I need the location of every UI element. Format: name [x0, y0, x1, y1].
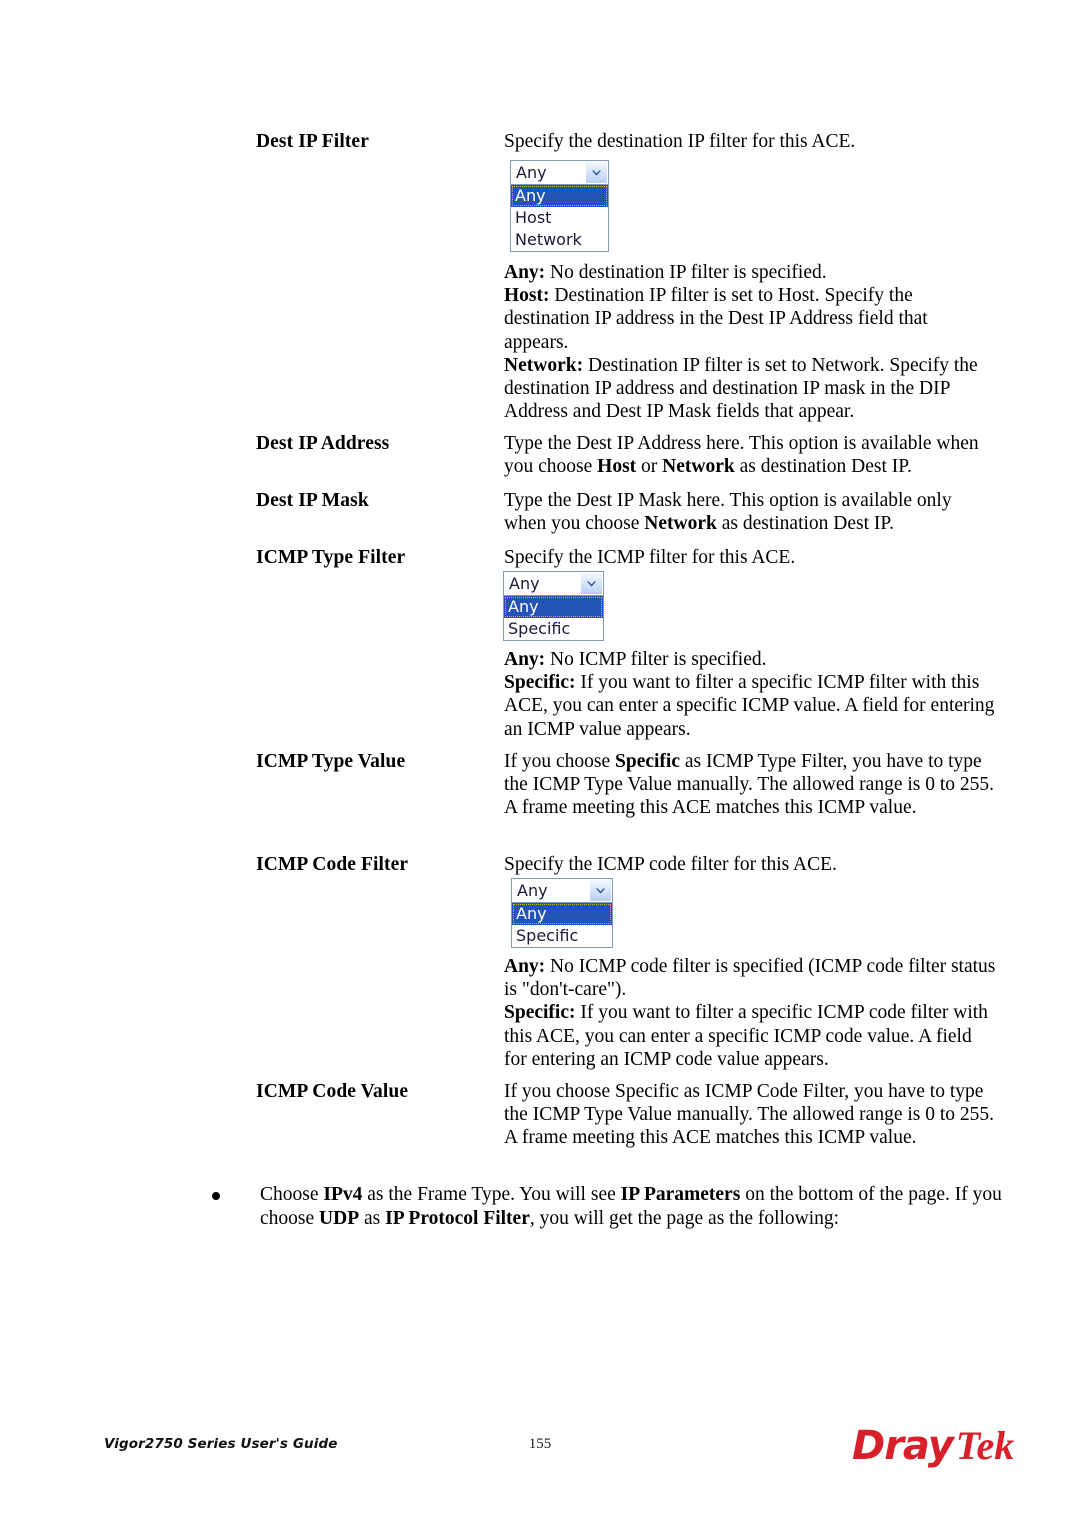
chevron-down-icon[interactable] — [580, 573, 602, 594]
description-body: Type the Dest IP Mask here. This option … — [504, 490, 952, 535]
bullet-text: Choose IPv4 as the Frame Type. You will … — [260, 1184, 1002, 1229]
page-footer: Vigor2750 Series User's Guide 155 DrayTe… — [0, 1423, 1080, 1490]
icmp-code-filter-options[interactable]: Any Specific — [511, 903, 613, 948]
chevron-down-icon[interactable] — [589, 880, 611, 901]
detail-item: Any: No ICMP code filter is specified (I… — [504, 955, 996, 1001]
icmp-type-filter-dropdown[interactable]: Any Any Specific — [503, 571, 604, 641]
dropdown-option[interactable]: Any — [511, 185, 608, 207]
detail-item: Network: Destination IP filter is set to… — [504, 354, 996, 424]
detail-label: Specific: — [504, 1002, 576, 1024]
term-label: Dest IP Mask — [256, 490, 369, 511]
document-page: Dest IP Filter Specify the destination I… — [0, 0, 1080, 1528]
detail-label: Specific: — [504, 672, 576, 694]
detail-text: No ICMP code filter is specified (ICMP c… — [504, 956, 996, 1001]
bullet-dot-icon — [212, 1192, 220, 1200]
description-lead: Specify the ICMP filter for this ACE. — [504, 547, 796, 568]
dropdown-option[interactable]: Any — [504, 596, 603, 618]
description-body: If you choose Specific as ICMP Type Filt… — [504, 751, 995, 819]
term-label: Dest IP Filter — [256, 131, 369, 152]
icmp-code-filter-dropdown[interactable]: Any Any Specific — [511, 878, 613, 948]
detail-item: Specific: If you want to filter a specif… — [504, 1001, 996, 1071]
dropdown-option[interactable]: Specific — [512, 925, 612, 947]
icmp-type-filter-value: Any — [509, 573, 540, 593]
detail-item: Any: No ICMP filter is specified. — [504, 648, 996, 671]
term-label: ICMP Type Value — [256, 751, 406, 772]
detail-label: Host: — [504, 285, 550, 307]
detail-text: No ICMP filter is specified. — [545, 649, 767, 670]
detail-label: Network: — [504, 354, 584, 376]
description-lead: Specify the ICMP code filter for this AC… — [504, 854, 837, 875]
logo-dray-text: Dray — [852, 1423, 954, 1469]
icmp-code-filter-value: Any — [517, 880, 548, 900]
detail-label: Any: — [504, 262, 546, 283]
dropdown-option[interactable]: Host — [511, 207, 608, 229]
description-body: Type the Dest IP Address here. This opti… — [504, 433, 979, 478]
draytek-logo: DrayTek — [852, 1422, 1014, 1469]
logo-tek-text: Tek — [955, 1423, 1015, 1468]
dest-ip-filter-dropdown[interactable]: Any Any Host Network — [510, 160, 609, 252]
description-lead: Specify the destination IP filter for th… — [504, 131, 856, 152]
dest-ip-filter-options[interactable]: Any Host Network — [510, 185, 609, 252]
detail-item: Specific: If you want to filter a specif… — [504, 671, 996, 741]
description-body: If you choose Specific as ICMP Code Filt… — [504, 1081, 995, 1149]
dropdown-option[interactable]: Any — [512, 903, 612, 925]
detail-label: Any: — [504, 956, 546, 977]
icmp-type-filter-details: Any: No ICMP filter is specified. Specif… — [504, 648, 996, 741]
detail-item: Host: Destination IP filter is set to Ho… — [504, 284, 996, 354]
dest-ip-filter-select[interactable]: Any — [510, 160, 609, 185]
term-label: ICMP Code Filter — [256, 854, 409, 875]
icmp-type-filter-select[interactable]: Any — [503, 571, 604, 596]
detail-item: Any: No destination IP filter is specifi… — [504, 261, 996, 284]
dest-ip-filter-details: Any: No destination IP filter is specifi… — [504, 261, 996, 423]
term-label: ICMP Code Value — [256, 1081, 409, 1102]
chevron-down-icon[interactable] — [585, 162, 607, 183]
dest-ip-filter-value: Any — [516, 162, 547, 182]
detail-text: If you want to filter a specific ICMP co… — [504, 1002, 988, 1070]
term-label: Dest IP Address — [256, 433, 390, 454]
bullet-paragraph: Choose IPv4 as the Frame Type. You will … — [212, 1183, 1002, 1231]
icmp-code-filter-select[interactable]: Any — [511, 878, 613, 903]
dropdown-option[interactable]: Network — [511, 229, 608, 251]
icmp-type-filter-options[interactable]: Any Specific — [503, 596, 604, 641]
detail-text: If you want to filter a specific ICMP fi… — [504, 672, 995, 740]
description-block: Specify the destination IP filter for th… — [504, 130, 996, 153]
icmp-code-filter-details: Any: No ICMP code filter is specified (I… — [504, 955, 996, 1071]
dropdown-option[interactable]: Specific — [504, 618, 603, 640]
detail-text: No destination IP filter is specified. — [545, 262, 827, 283]
detail-text: Destination IP filter is set to Host. Sp… — [504, 285, 928, 353]
term-label: ICMP Type Filter — [256, 547, 406, 568]
detail-label: Any: — [504, 649, 546, 670]
